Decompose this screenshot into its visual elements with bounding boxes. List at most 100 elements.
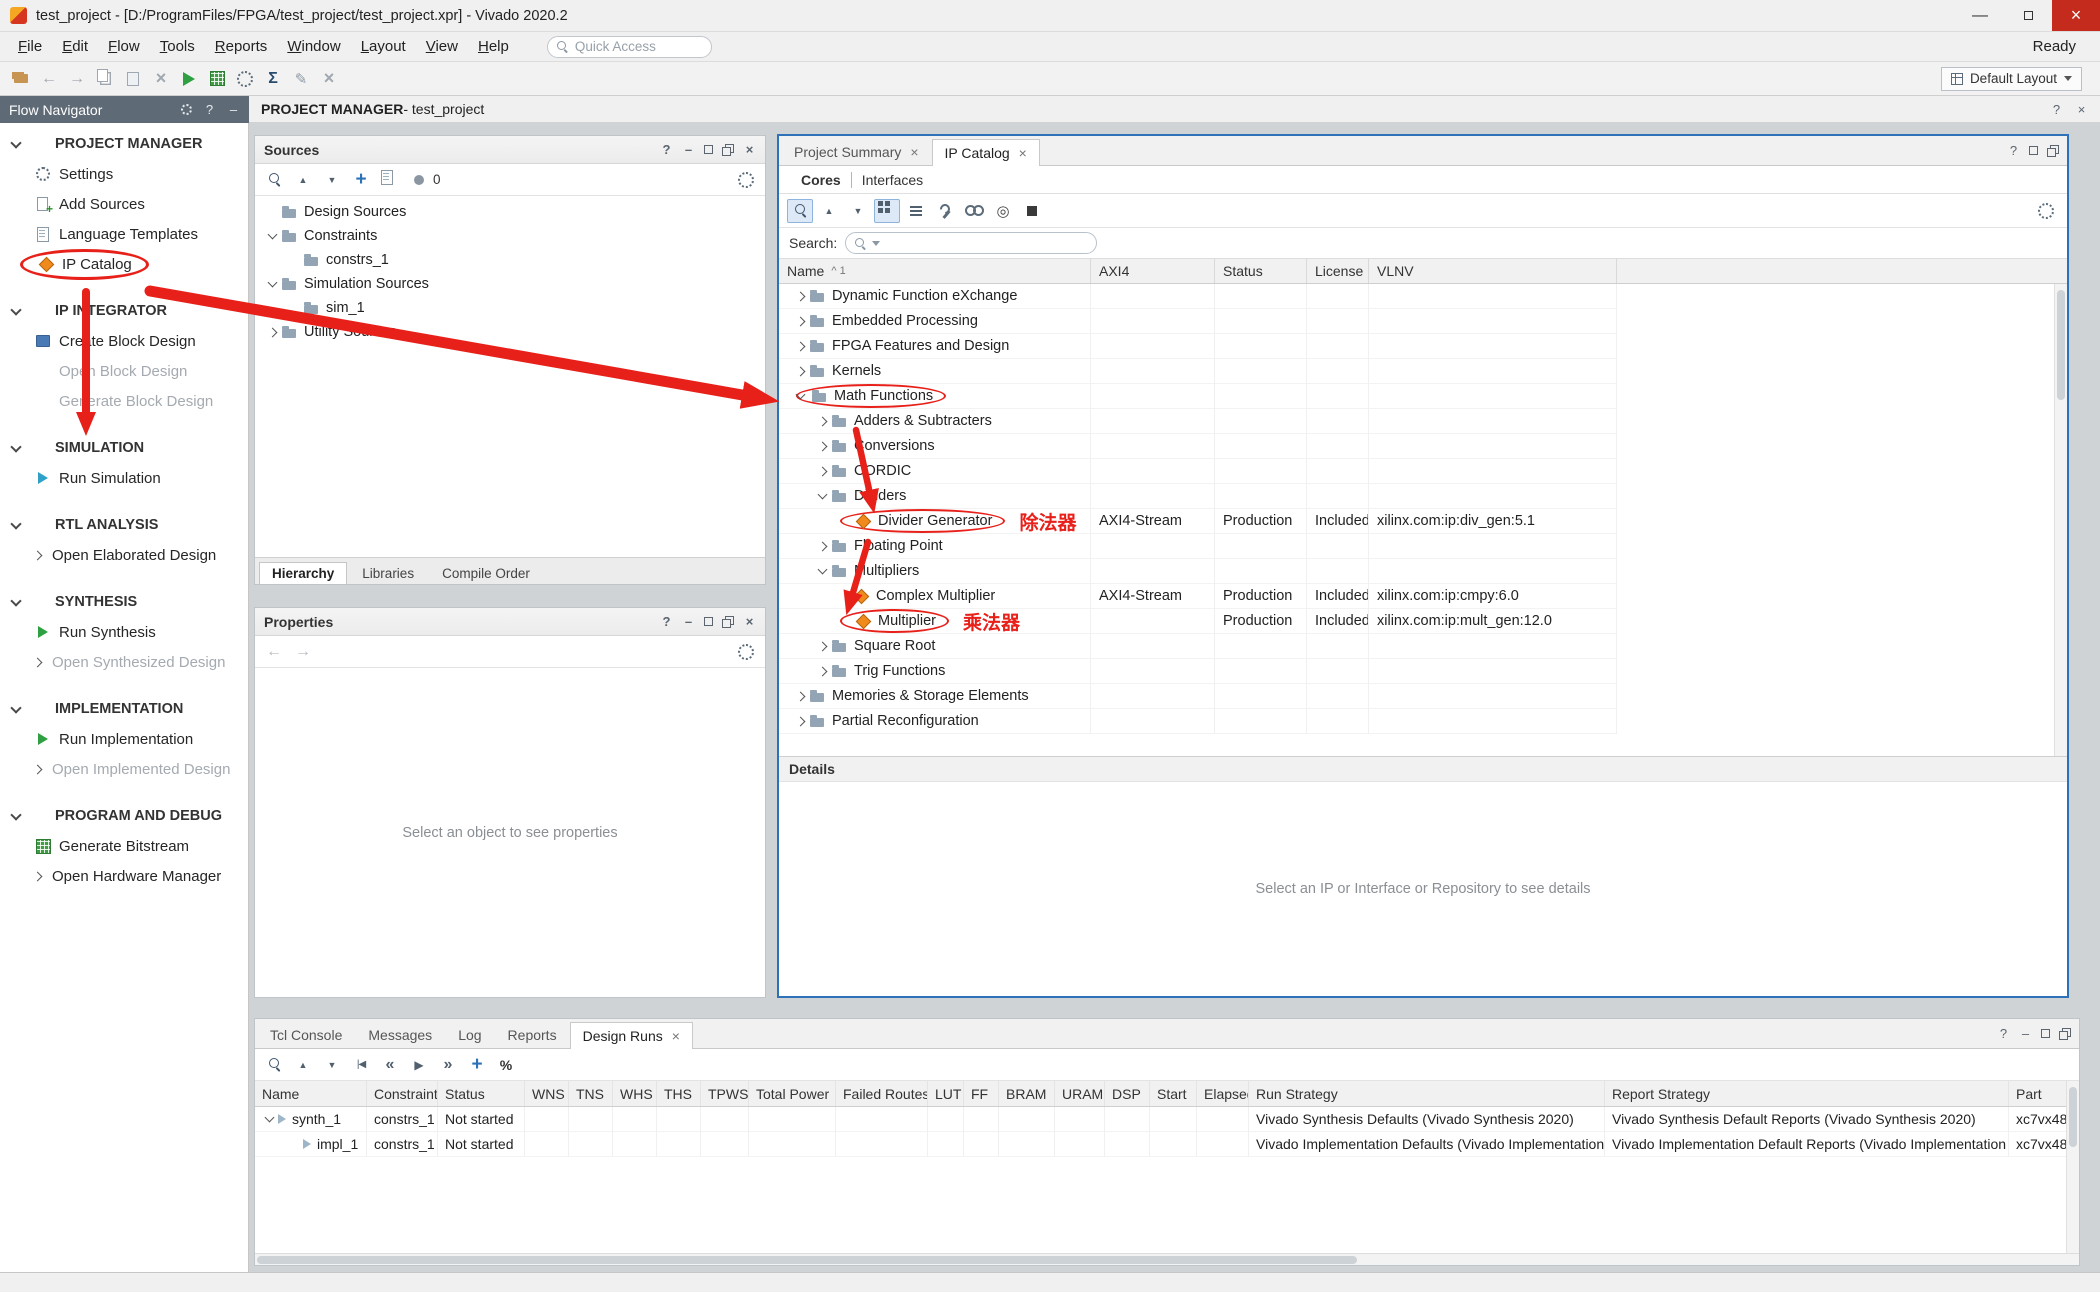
hierarchy-view-icon[interactable] [903, 199, 929, 223]
design-run-row[interactable]: synth_1 constrs_1 Not started [255, 1107, 2079, 1132]
source-tree-row[interactable]: constrs_1 [255, 248, 765, 272]
copy-icon[interactable] [92, 67, 118, 91]
edit-icon[interactable] [288, 67, 314, 91]
expand-all-icon[interactable] [319, 1053, 345, 1077]
layout-select[interactable]: Default Layout [1941, 67, 2082, 91]
ip-tree-row[interactable]: Memories & Storage Elements [779, 684, 1617, 709]
ip-repository-icon[interactable] [961, 199, 987, 223]
expand-icon[interactable] [793, 340, 807, 352]
menu-item[interactable]: File [8, 34, 52, 59]
scrollbar-thumb[interactable] [257, 1256, 1357, 1264]
flow-nav-entry[interactable]: Language Templates [0, 219, 248, 249]
section-chevron-icon[interactable] [10, 518, 21, 529]
flow-nav-entry[interactable]: IP INTEGRATOR [0, 296, 248, 326]
ip-tree-row[interactable]: Divider Generator 除法器 AXI4-Stream Produc… [779, 509, 1617, 534]
ip-tree-row[interactable]: Floating Point [779, 534, 1617, 559]
menu-item[interactable]: Edit [52, 34, 98, 59]
design-runs-column-header[interactable]: Start [1150, 1081, 1197, 1106]
expand-icon[interactable] [265, 326, 279, 338]
ip-tree-row[interactable]: Dynamic Function eXchange [779, 284, 1617, 309]
source-tree-row[interactable]: Utility Sources [255, 320, 765, 344]
column-header-axi4[interactable]: AXI4 [1091, 259, 1215, 283]
menu-item[interactable]: Reports [205, 34, 278, 59]
vertical-scrollbar[interactable] [2054, 284, 2067, 756]
ip-tree-row[interactable]: CORDIC [779, 459, 1617, 484]
previous-run-icon[interactable] [377, 1053, 403, 1077]
run-runs-icon[interactable] [406, 1053, 432, 1077]
flow-nav-entry[interactable]: Open Block Design [0, 356, 248, 386]
close-button[interactable]: × [2052, 0, 2100, 31]
maximize-icon[interactable] [704, 145, 713, 154]
relative-values-icon[interactable] [493, 1053, 519, 1077]
redo-icon[interactable] [64, 67, 90, 91]
ip-search-input[interactable] [845, 232, 1097, 254]
expand-icon[interactable] [793, 290, 807, 302]
expand-icon[interactable] [793, 315, 807, 327]
help-icon[interactable]: ? [2007, 144, 2020, 158]
expand-icon[interactable] [815, 665, 829, 677]
forward-icon[interactable] [290, 640, 316, 664]
group-by-category-icon[interactable] [874, 199, 900, 223]
flow-nav-entry[interactable]: Settings [0, 159, 248, 189]
bottom-tab[interactable]: Log [445, 1021, 494, 1048]
design-runs-column-header[interactable]: DSP [1105, 1081, 1150, 1106]
next-run-icon[interactable] [435, 1053, 461, 1077]
bottom-tab[interactable]: Design Runs [570, 1022, 693, 1049]
design-runs-column-header[interactable]: Run Strategy [1249, 1081, 1605, 1106]
maximize-icon[interactable] [2041, 1029, 2050, 1038]
collapse-all-icon[interactable] [290, 1053, 316, 1077]
search-icon[interactable] [787, 199, 813, 223]
menu-item[interactable]: Help [468, 34, 519, 59]
delete-icon[interactable] [148, 67, 174, 91]
flow-nav-entry[interactable]: PROJECT MANAGER [0, 129, 248, 159]
help-icon[interactable]: ? [660, 143, 673, 157]
program-device-icon[interactable] [204, 67, 230, 91]
back-icon[interactable] [261, 640, 287, 664]
maximize-button[interactable] [2004, 0, 2052, 31]
expand-icon[interactable] [265, 278, 279, 290]
search-icon[interactable] [261, 1053, 287, 1077]
interrupt-icon[interactable] [1019, 199, 1045, 223]
design-runs-column-header[interactable]: Name [255, 1081, 367, 1106]
close-icon[interactable]: × [743, 143, 756, 157]
menu-item[interactable]: Window [277, 34, 350, 59]
expand-icon[interactable] [265, 230, 279, 242]
cancel-icon[interactable] [316, 67, 342, 91]
close-tab-icon[interactable] [1019, 146, 1027, 160]
add-sources-icon[interactable] [348, 168, 374, 192]
design-runs-column-header[interactable]: Total Power [749, 1081, 836, 1106]
expand-icon[interactable] [793, 690, 807, 702]
close-tab-icon[interactable] [910, 145, 918, 159]
expand-icon[interactable] [815, 440, 829, 452]
ip-tree-row[interactable]: FPGA Features and Design [779, 334, 1617, 359]
expand-icon[interactable] [815, 415, 829, 427]
menu-item[interactable]: Flow [98, 34, 150, 59]
flow-collapse-icon[interactable]: – [227, 103, 240, 117]
menu-item[interactable]: Tools [150, 34, 205, 59]
minimize-icon[interactable]: – [682, 143, 695, 157]
expand-icon[interactable] [815, 490, 829, 502]
minimize-icon[interactable]: – [682, 615, 695, 629]
paste-icon[interactable] [120, 67, 146, 91]
expand-icon[interactable] [793, 715, 807, 727]
open-project-icon[interactable] [8, 67, 34, 91]
design-runs-column-header[interactable]: Constraints [367, 1081, 438, 1106]
ip-tree-row[interactable]: Embedded Processing [779, 309, 1617, 334]
flow-nav-entry[interactable]: Open Hardware Manager [0, 861, 248, 891]
ip-tree-row[interactable]: Math Functions [779, 384, 1617, 409]
report-summary-icon[interactable] [260, 67, 286, 91]
ip-tree-row[interactable]: Adders & Subtracters [779, 409, 1617, 434]
flow-nav-entry[interactable]: IP Catalog [0, 249, 248, 279]
expand-icon[interactable] [815, 565, 829, 577]
first-run-icon[interactable] [348, 1053, 374, 1077]
flow-nav-entry[interactable]: Generate Bitstream [0, 831, 248, 861]
maximize-icon[interactable] [704, 617, 713, 626]
sources-settings-icon[interactable] [733, 168, 759, 192]
flow-nav-entry[interactable]: RTL ANALYSIS [0, 510, 248, 540]
document-tab[interactable]: Project Summary [781, 138, 932, 165]
flow-nav-entry[interactable]: SYNTHESIS [0, 587, 248, 617]
bottom-tab[interactable]: Reports [495, 1021, 570, 1048]
ip-tree-row[interactable]: Complex Multiplier AXI4-Stream Productio… [779, 584, 1617, 609]
context-help-icon[interactable]: ? [2050, 102, 2063, 116]
help-icon[interactable]: ? [660, 615, 673, 629]
